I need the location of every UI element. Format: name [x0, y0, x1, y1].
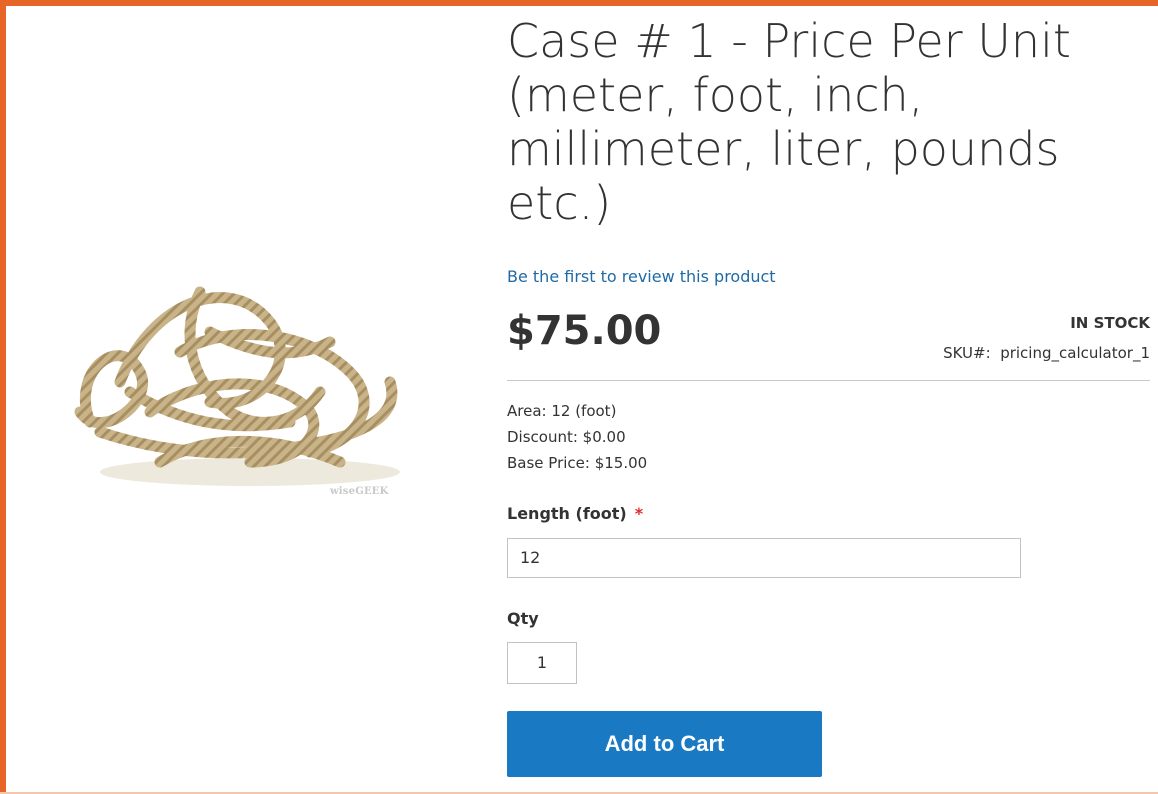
discount-text: Discount: $0.00 — [507, 428, 626, 446]
product-sku: SKU#: pricing_calculator_1 — [943, 344, 1150, 362]
price-divider — [507, 380, 1150, 381]
page-title: Case # 1 - Price Per Unit (meter, foot, … — [507, 14, 1071, 230]
stock-status: IN STOCK — [1070, 314, 1150, 332]
length-label-text: Length (foot) — [507, 504, 627, 523]
area-text: Area: 12 (foot) — [507, 402, 617, 420]
product-image — [60, 262, 410, 502]
image-watermark: wiseGEEK — [330, 486, 389, 497]
required-mark: * — [634, 504, 644, 523]
qty-label: Qty — [507, 609, 539, 628]
product-price: $75.00 — [507, 308, 662, 354]
sku-value: pricing_calculator_1 — [1000, 344, 1150, 362]
rope-image — [74, 286, 400, 486]
price-details: Area: 12 (foot) Discount: $0.00 Base Pri… — [507, 398, 647, 476]
review-link[interactable]: Be the first to review this product — [507, 267, 776, 286]
length-label: Length (foot) * — [507, 504, 643, 523]
sku-label: SKU#: — [943, 344, 991, 362]
add-to-cart-button[interactable]: Add to Cart — [507, 711, 822, 777]
base-price-text: Base Price: $15.00 — [507, 454, 648, 472]
product-info: Case # 1 - Price Per Unit (meter, foot, … — [507, 14, 1151, 230]
length-input[interactable]: 12 — [507, 538, 1021, 578]
qty-input[interactable]: 1 — [507, 642, 577, 684]
